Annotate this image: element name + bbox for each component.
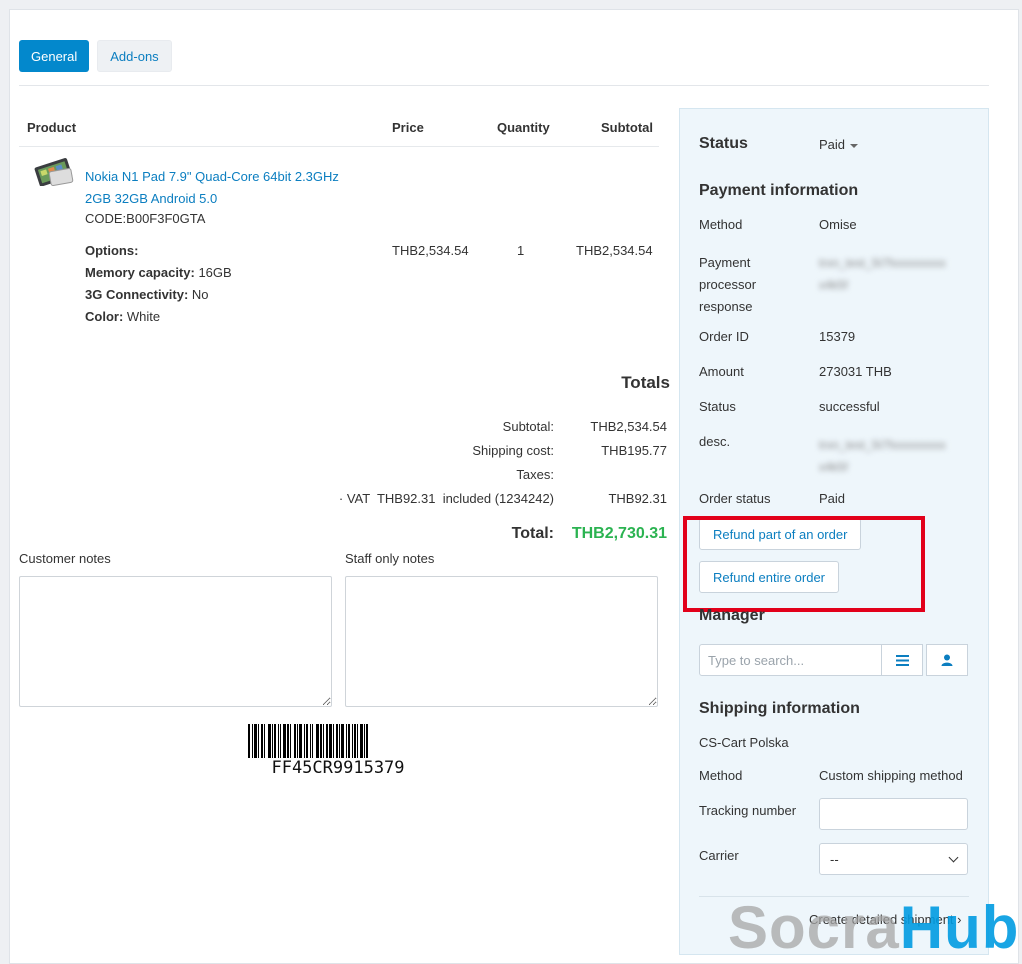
- order-status-label: Order status: [699, 491, 771, 506]
- manager-search-input[interactable]: [699, 644, 882, 676]
- user-button[interactable]: [926, 644, 968, 676]
- option-name: Color:: [85, 309, 124, 324]
- carrier-selected-value: --: [830, 851, 839, 867]
- option-color: Color: White: [85, 309, 160, 324]
- watermark-part1: Socra: [728, 894, 900, 961]
- order-id-value: 15379: [819, 329, 856, 344]
- method-value: Omise: [819, 217, 857, 232]
- caret-down-icon: [850, 143, 859, 148]
- highlight-box: [683, 516, 925, 612]
- payment-status-value: successful: [819, 399, 880, 414]
- carrier-label: Carrier: [699, 848, 739, 863]
- value-line: x4k5f: [819, 278, 848, 292]
- status-heading: Status: [699, 135, 748, 152]
- tracking-number-input[interactable]: [819, 798, 968, 830]
- manager-heading: Manager: [699, 607, 765, 624]
- desc-value: trxn_test_5t7fxxxxxxxxx x4k5f: [819, 434, 946, 478]
- vat-label: · VAT THB92.31 included (1234242): [338, 491, 554, 506]
- product-price: THB2,534.54: [392, 243, 469, 258]
- customer-notes-label: Customer notes: [19, 551, 111, 566]
- product-name-line1[interactable]: Nokia N1 Pad 7.9" Quad-Core 64bit 2.3GHz: [85, 166, 339, 188]
- label-line: response: [699, 299, 753, 314]
- options-label: Options:: [85, 243, 139, 258]
- tab-bar: General Add-ons: [19, 40, 172, 72]
- option-value: White: [126, 309, 161, 324]
- chevron-down-icon: [948, 852, 959, 862]
- option-name: 3G Connectivity:: [85, 287, 189, 302]
- option-connectivity: 3G Connectivity: No: [85, 287, 209, 302]
- value-line: x4k5f: [819, 460, 848, 474]
- list-button[interactable]: [881, 644, 923, 676]
- subtotal-label: Subtotal:: [502, 419, 554, 434]
- customer-notes-textarea[interactable]: [19, 576, 332, 707]
- staff-notes-textarea[interactable]: [345, 576, 658, 707]
- method-label: Method: [699, 217, 743, 232]
- desc-label: desc.: [699, 434, 731, 449]
- subtotal-value: THB2,534.54: [590, 419, 667, 434]
- option-memory: Memory capacity: 16GB: [85, 265, 232, 280]
- shipping-company: CS-Cart Polska: [699, 735, 789, 750]
- amount-label: Amount: [699, 364, 744, 379]
- totals-heading: Totals: [621, 373, 670, 392]
- order-status-value: Paid: [819, 491, 846, 506]
- shipping-method-value: Custom shipping method: [819, 768, 963, 783]
- user-icon: [941, 654, 953, 666]
- value-line: trxn_test_5t7fxxxxxxxxx: [819, 256, 946, 270]
- option-name: Memory capacity:: [85, 265, 195, 280]
- watermark-part2: Hub: [899, 894, 1020, 961]
- shipping-method-label: Method: [699, 768, 743, 783]
- order-id-label: Order ID: [699, 329, 749, 344]
- label-line: processor: [699, 277, 757, 292]
- amount-value: 273031 THB: [819, 364, 892, 379]
- staff-notes-label: Staff only notes: [345, 551, 435, 566]
- carrier-select[interactable]: --: [819, 843, 968, 875]
- option-value: 16GB: [198, 265, 232, 280]
- tabs-divider: [19, 85, 989, 86]
- value-line: trxn_test_5t7fxxxxxxxxx: [819, 438, 946, 452]
- socrahub-watermark-logo: SocraHub: [728, 893, 1019, 962]
- column-header-product: Product: [27, 120, 77, 135]
- total-value: THB2,730.31: [571, 525, 667, 542]
- product-thumbnail[interactable]: [32, 156, 76, 186]
- shipping-cost-value: THB195.77: [601, 443, 667, 458]
- payment-processor-response-value: trxn_test_5t7fxxxxxxxxx x4k5f: [819, 252, 946, 296]
- tracking-number-label: Tracking number: [699, 803, 797, 818]
- shipping-cost-label: Shipping cost:: [472, 443, 554, 458]
- column-header-quantity: Quantity: [497, 120, 550, 135]
- payment-status-label: Status: [699, 399, 736, 414]
- vat-value: THB92.31: [608, 491, 667, 506]
- option-value: No: [191, 287, 209, 302]
- payment-info-heading: Payment information: [699, 182, 859, 199]
- barcode-text: FF45CR9915379: [271, 758, 405, 778]
- column-header-price: Price: [392, 120, 424, 135]
- taxes-label: Taxes:: [516, 467, 554, 482]
- product-name-line2[interactable]: 2GB 32GB Android 5.0: [85, 188, 339, 210]
- product-subtotal: THB2,534.54: [576, 243, 653, 258]
- payment-processor-response-label: Payment processor response: [699, 252, 756, 318]
- table-header-divider: [19, 146, 659, 147]
- status-value[interactable]: Paid: [819, 137, 845, 152]
- status-dropdown[interactable]: Paid: [819, 137, 859, 152]
- barcode-image: [248, 724, 368, 758]
- shipping-info-heading: Shipping information: [699, 700, 860, 717]
- label-line: Payment: [699, 255, 751, 270]
- total-label: Total:: [511, 525, 554, 542]
- product-code: CODE:B00F3F0GTA: [85, 211, 206, 226]
- tab-general[interactable]: General: [19, 40, 90, 72]
- list-icon: [895, 654, 909, 666]
- product-name-link[interactable]: Nokia N1 Pad 7.9" Quad-Core 64bit 2.3GHz…: [85, 166, 339, 210]
- tab-add-ons[interactable]: Add-ons: [97, 40, 172, 72]
- column-header-subtotal: Subtotal: [601, 120, 653, 135]
- product-quantity: 1: [517, 243, 525, 258]
